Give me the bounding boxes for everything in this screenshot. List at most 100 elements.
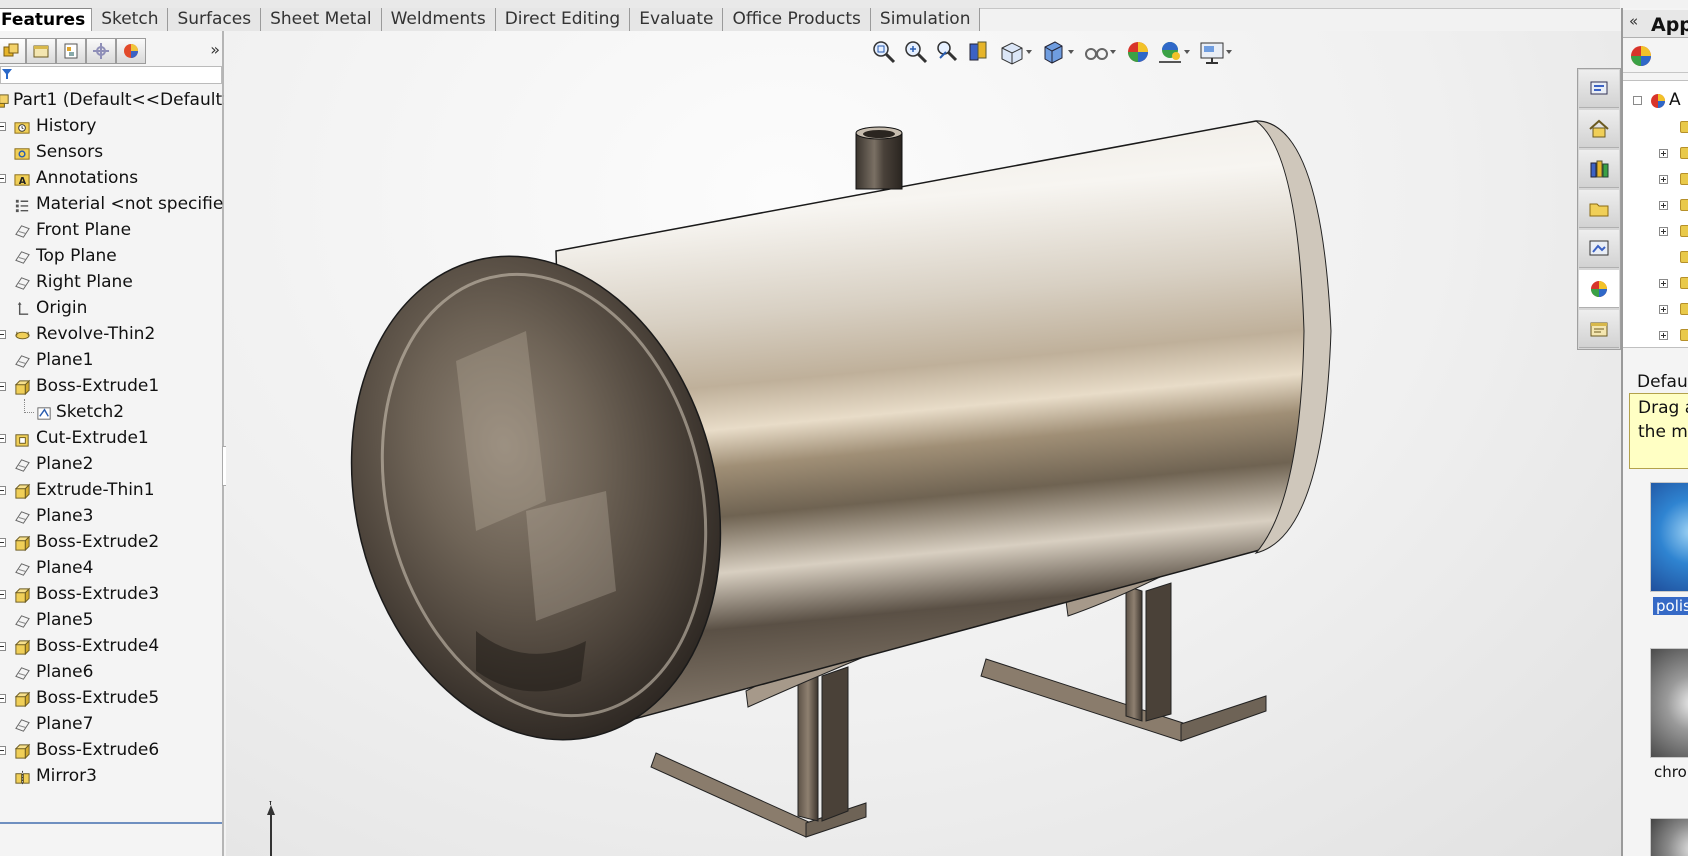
- tree-item-plane7[interactable]: Plane7: [0, 711, 224, 737]
- appearances-root[interactable]: A: [1623, 89, 1688, 115]
- tree-item-mirror3[interactable]: Mirror3: [0, 763, 224, 789]
- tree-item-extrude-thin1[interactable]: Extrude-Thin1: [0, 477, 224, 503]
- edit-appearance-button[interactable]: [1124, 38, 1152, 66]
- task-tab-appearances-scenes[interactable]: [1579, 270, 1619, 308]
- expand-node-icon[interactable]: [1659, 227, 1668, 236]
- task-tab-solidworks-resources[interactable]: [1579, 70, 1619, 108]
- expand-node-icon[interactable]: [1659, 279, 1668, 288]
- tab-surfaces[interactable]: Surfaces: [168, 8, 262, 31]
- expand-node-icon[interactable]: [1659, 149, 1668, 158]
- tree-item-annotations[interactable]: A Annotations: [0, 165, 224, 191]
- tree-item-boss-extrude6[interactable]: Boss-Extrude6: [0, 737, 224, 763]
- tree-item-revolve-thin2[interactable]: Revolve-Thin2: [0, 321, 224, 347]
- apply-scene-button[interactable]: [1156, 38, 1190, 66]
- tab-direct-editing[interactable]: Direct Editing: [495, 8, 631, 31]
- appearance-folder[interactable]: [1623, 115, 1688, 141]
- view-settings-button[interactable]: [1198, 38, 1232, 66]
- expand-node-icon[interactable]: [0, 382, 6, 391]
- appearance-folder[interactable]: [1623, 297, 1688, 323]
- expand-node-icon[interactable]: [1659, 331, 1668, 340]
- tree-item-plane2[interactable]: Plane2: [0, 451, 224, 477]
- tab-features[interactable]: Features: [0, 8, 93, 31]
- graphics-area[interactable]: Y: [226, 31, 1621, 856]
- tree-item-top-plane[interactable]: Top Plane: [0, 243, 224, 269]
- task-tab-home[interactable]: [1579, 110, 1619, 148]
- tree-item-boss-extrude5[interactable]: Boss-Extrude5: [0, 685, 224, 711]
- tree-item-plane3[interactable]: Plane3: [0, 503, 224, 529]
- dimxpert-tab[interactable]: [86, 38, 116, 64]
- tree-item-sensors[interactable]: Sensors: [0, 139, 224, 165]
- tree-item-plane4[interactable]: Plane4: [0, 555, 224, 581]
- tree-item-boss-extrude1[interactable]: Boss-Extrude1: [0, 373, 224, 399]
- zoom-to-fit-button[interactable]: [870, 38, 898, 66]
- tree-item-plane5[interactable]: Plane5: [0, 607, 224, 633]
- tank-model[interactable]: [226, 31, 1621, 856]
- tab-simulation[interactable]: Simulation: [870, 8, 981, 31]
- tree-item-boss-extrude3[interactable]: Boss-Extrude3: [0, 581, 224, 607]
- tab-evaluate[interactable]: Evaluate: [630, 8, 724, 31]
- expand-panel-icon[interactable]: »: [210, 40, 220, 59]
- expand-node-icon[interactable]: [0, 642, 6, 651]
- appearance-swatch-polished[interactable]: [1650, 482, 1688, 592]
- featuremanager-tab[interactable]: [0, 38, 26, 64]
- expand-node-icon[interactable]: [0, 174, 6, 183]
- tree-item-plane6[interactable]: Plane6: [0, 659, 224, 685]
- appearance-folder[interactable]: [1623, 193, 1688, 219]
- expand-node-icon[interactable]: [0, 486, 6, 495]
- appearance-folder[interactable]: [1623, 245, 1688, 271]
- appearance-folder[interactable]: [1623, 323, 1688, 349]
- file-explorer-icon: [1589, 203, 1609, 216]
- propertymanager-tab[interactable]: [26, 38, 56, 64]
- expand-node-icon[interactable]: [1659, 201, 1668, 210]
- expand-node-icon[interactable]: [0, 330, 6, 339]
- expand-node-icon[interactable]: [1659, 175, 1668, 184]
- expand-node-icon[interactable]: [1659, 305, 1668, 314]
- appearances-globe-icon[interactable]: [1629, 43, 1655, 69]
- tree-item-material-not-specified[interactable]: Material <not specified>: [0, 191, 224, 217]
- appearance-folder[interactable]: [1623, 219, 1688, 245]
- expand-node-icon[interactable]: [0, 746, 6, 755]
- tree-item-history[interactable]: History: [0, 113, 224, 139]
- home-icon: [1589, 119, 1609, 137]
- collapse-pane-icon[interactable]: «: [1629, 12, 1638, 30]
- expand-node-icon[interactable]: [0, 694, 6, 703]
- display-style-button[interactable]: [1040, 38, 1074, 66]
- zoom-to-area-button[interactable]: [902, 38, 930, 66]
- configurationmanager-tab[interactable]: [56, 38, 86, 64]
- task-tab-file-explorer[interactable]: [1579, 190, 1619, 228]
- appearance-folder[interactable]: [1623, 167, 1688, 193]
- tree-filter[interactable]: [0, 66, 222, 84]
- tree-root-part[interactable]: Part1 (Default<<Default>_: [0, 87, 224, 113]
- top-nozzle[interactable]: [855, 126, 903, 190]
- tree-item-right-plane[interactable]: Right Plane: [0, 269, 224, 295]
- display-manager-tab[interactable]: [116, 38, 146, 64]
- appearance-folder[interactable]: [1623, 141, 1688, 167]
- tree-item-plane1[interactable]: Plane1: [0, 347, 224, 373]
- view-orientation-button[interactable]: [998, 38, 1032, 66]
- expand-node-icon[interactable]: [0, 538, 6, 547]
- tab-weldments[interactable]: Weldments: [381, 8, 496, 31]
- rollback-bar[interactable]: [0, 822, 222, 824]
- expand-node-icon[interactable]: [0, 590, 6, 599]
- previous-view-button[interactable]: [934, 38, 962, 66]
- appearance-swatch-chrome[interactable]: [1650, 648, 1688, 758]
- tree-item-cut-extrude1[interactable]: Cut-Extrude1: [0, 425, 224, 451]
- expand-node-icon[interactable]: [0, 434, 6, 443]
- tab-sketch[interactable]: Sketch: [92, 8, 169, 31]
- tree-item-boss-extrude4[interactable]: Boss-Extrude4: [0, 633, 224, 659]
- expand-node-icon[interactable]: [0, 122, 6, 131]
- tree-item-front-plane[interactable]: Front Plane: [0, 217, 224, 243]
- tree-item-sketch2[interactable]: Sketch2: [0, 399, 224, 425]
- collapse-node-icon[interactable]: [1633, 96, 1642, 105]
- appearance-folder[interactable]: [1623, 271, 1688, 297]
- section-view-button[interactable]: [966, 38, 994, 66]
- tree-item-boss-extrude2[interactable]: Boss-Extrude2: [0, 529, 224, 555]
- tree-item-origin[interactable]: Origin: [0, 295, 224, 321]
- task-tab-view-palette[interactable]: [1579, 230, 1619, 268]
- task-tab-custom-properties[interactable]: [1579, 310, 1619, 348]
- hide-show-items-button[interactable]: [1082, 38, 1116, 66]
- appearance-swatch[interactable]: [1650, 818, 1688, 856]
- task-tab-design-library[interactable]: [1579, 150, 1619, 188]
- tab-office-products[interactable]: Office Products: [723, 8, 871, 31]
- tab-sheet-metal[interactable]: Sheet Metal: [261, 8, 382, 31]
